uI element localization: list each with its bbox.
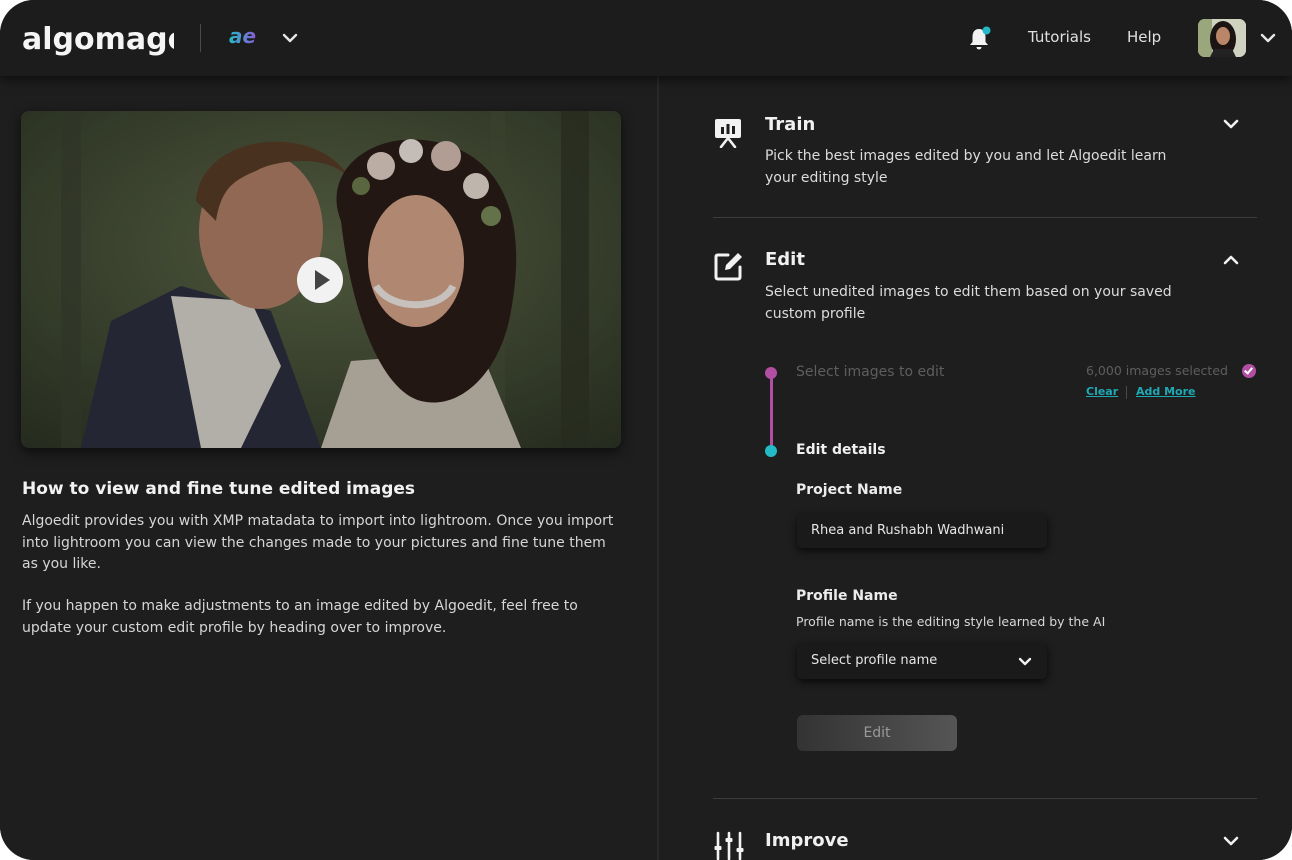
algomage-logo[interactable]: algomage (22, 20, 188, 62)
nav-help-link[interactable]: Help (1127, 28, 1161, 46)
step-select-images-label[interactable]: Select images to edit (796, 364, 944, 380)
profile-name-help-text: Profile name is the editing style learne… (796, 614, 1106, 629)
header-divider (200, 24, 201, 52)
tutorial-title: How to view and fine tune edited images (22, 479, 416, 499)
add-more-link[interactable]: Add More (1136, 385, 1195, 398)
account-chevron-down-icon[interactable] (1258, 28, 1278, 52)
sliders-icon (713, 830, 745, 860)
step-edit-details-label: Edit details (796, 442, 886, 458)
step-progress-line (770, 373, 773, 451)
edit-icon (713, 250, 745, 286)
step-2-indicator (765, 445, 777, 457)
bell-icon[interactable] (966, 25, 994, 57)
tutorial-paragraph-2: If you happen to make adjustments to an … (22, 598, 578, 636)
tutorial-video[interactable] (21, 111, 621, 448)
top-header: algomage ae Tutorials Help (0, 0, 1292, 76)
project-name-input[interactable]: Rhea and Rushabh Wadhwani (797, 514, 1047, 548)
train-section-title[interactable]: Train (765, 114, 815, 135)
step-1-indicator (765, 367, 777, 379)
train-expand-chevron-icon[interactable] (1221, 114, 1241, 138)
profile-select-value: Select profile name (811, 653, 938, 668)
improve-expand-chevron-icon[interactable] (1221, 831, 1241, 855)
chevron-down-icon (1017, 654, 1033, 674)
svg-text:algomage: algomage (22, 22, 174, 57)
edit-collapse-chevron-icon[interactable] (1221, 250, 1241, 274)
user-avatar[interactable] (1198, 19, 1246, 57)
train-section-description: Pick the best images edited by you and l… (765, 148, 1167, 186)
notification-dot (982, 26, 991, 35)
profile-name-label: Profile Name (796, 588, 898, 604)
improve-section-title[interactable]: Improve (765, 830, 849, 851)
check-circle-icon (1242, 364, 1256, 378)
nav-tutorials-link[interactable]: Tutorials (1028, 28, 1091, 46)
app-window: algomage ae Tutorials Help How to view a… (0, 0, 1292, 860)
tutorial-panel: How to view and fine tune edited images … (0, 76, 657, 860)
section-divider (713, 217, 1257, 218)
profile-name-select[interactable]: Select profile name (797, 643, 1047, 679)
edit-section-title[interactable]: Edit (765, 249, 805, 270)
section-divider (713, 798, 1257, 799)
edit-section-description: Select unedited images to edit them base… (765, 284, 1172, 322)
project-name-label: Project Name (796, 482, 903, 498)
play-button[interactable] (297, 257, 343, 303)
algoedit-product-logo[interactable]: ae (229, 24, 267, 52)
svg-text:ae: ae (229, 26, 256, 48)
images-selected-count: 6,000 images selected (1086, 363, 1228, 378)
tutorial-paragraph-1: Algoedit provides you with XMP matadata … (22, 513, 614, 572)
clear-link[interactable]: Clear (1086, 385, 1118, 398)
link-separator (1126, 386, 1127, 399)
presentation-board-icon (713, 116, 743, 152)
edit-button[interactable]: Edit (797, 715, 957, 751)
chevron-down-icon[interactable] (280, 28, 300, 52)
workflow-panel: Train Pick the best images edited by you… (659, 76, 1292, 860)
